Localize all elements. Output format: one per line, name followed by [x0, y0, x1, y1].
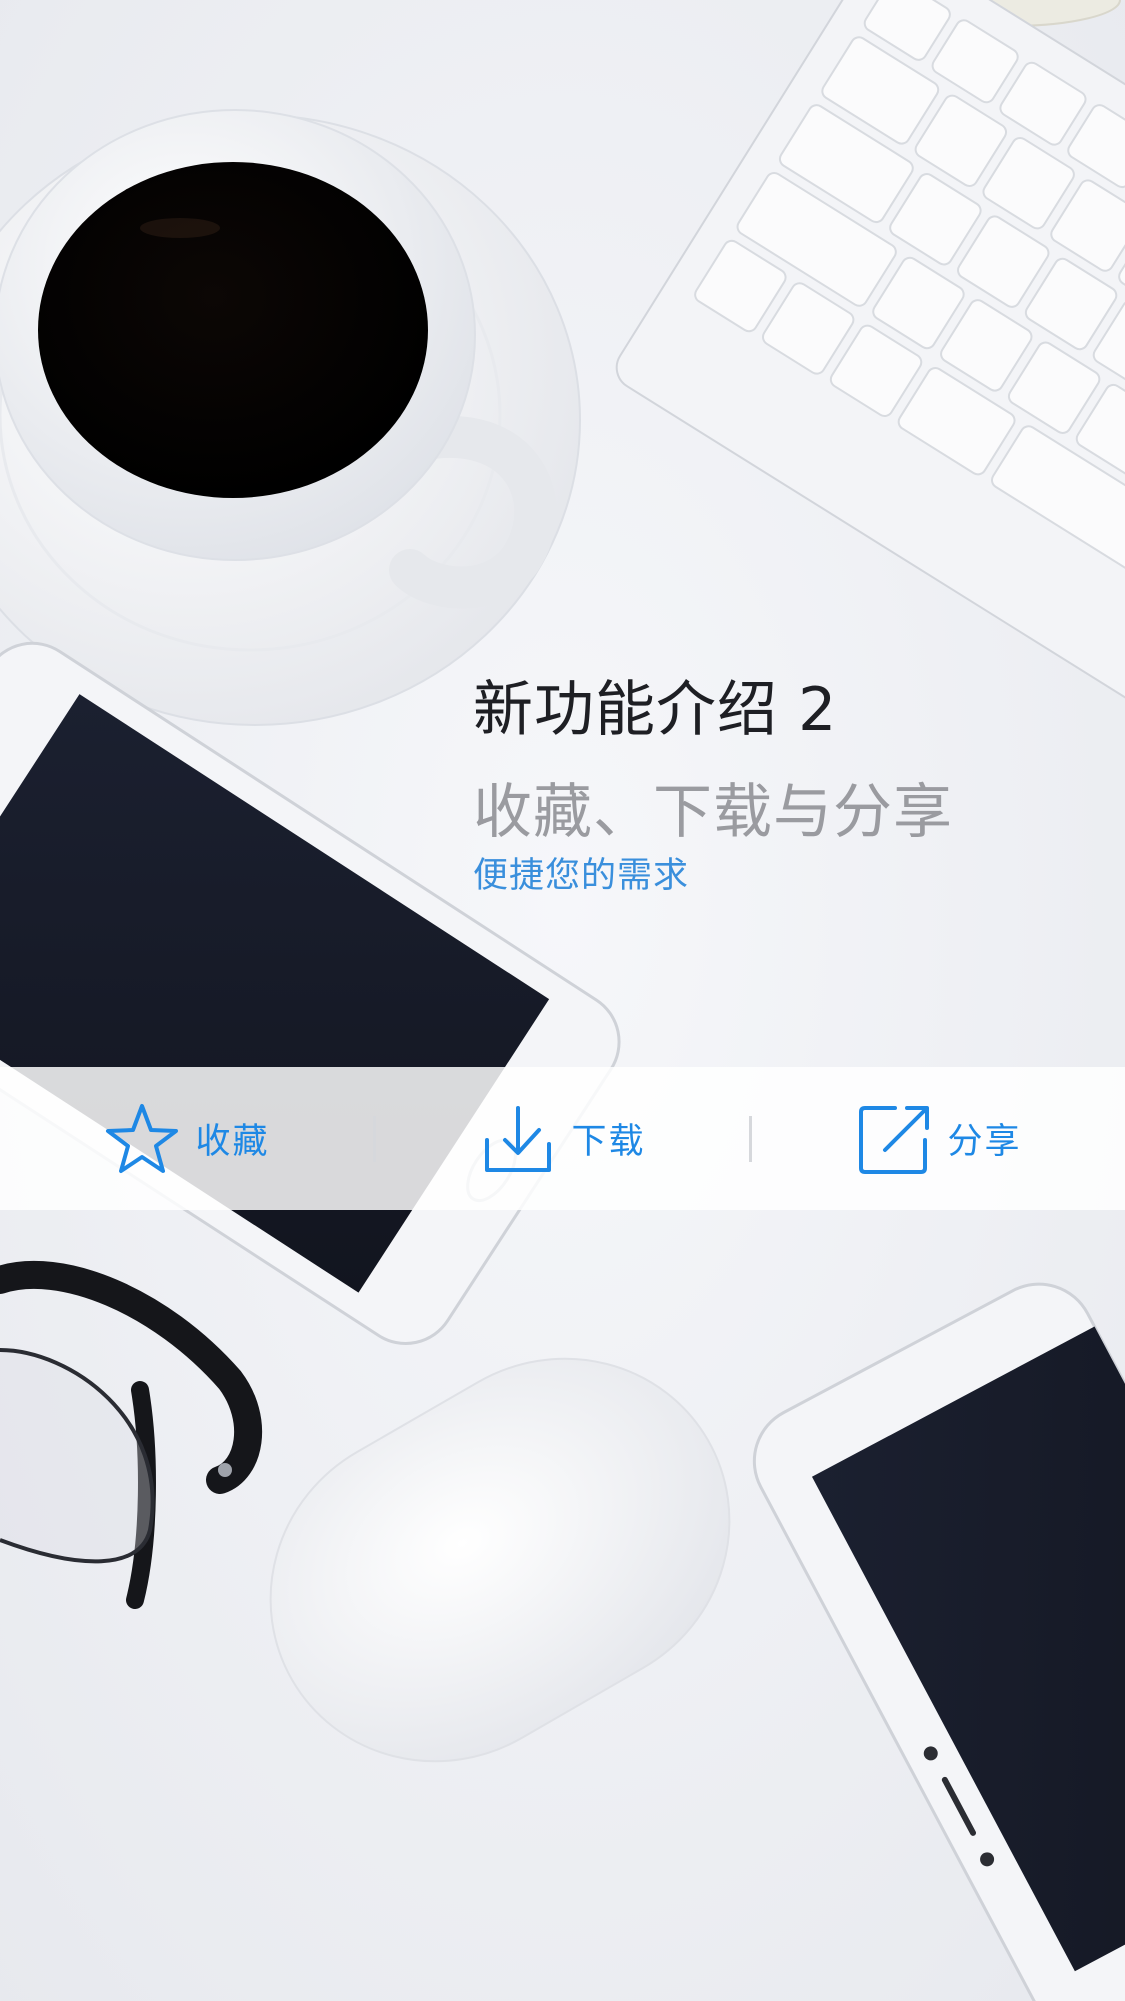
feature-action-bar: 收藏 下载 分享 — [0, 1067, 1125, 1210]
favorite-action[interactable]: 收藏 — [0, 1067, 373, 1210]
download-action[interactable]: 下载 — [376, 1067, 749, 1210]
download-label: 下载 — [571, 1122, 646, 1162]
page-tagline: 便捷您的需求 — [473, 856, 690, 896]
page-subtitle: 收藏、下载与分享 — [473, 777, 954, 846]
intro-block: 新功能介绍 2 收藏、下载与分享 便捷您的需求 — [473, 672, 1093, 900]
star-icon — [106, 1103, 179, 1173]
background-scene — [0, 0, 1125, 2001]
share-label: 分享 — [947, 1122, 1022, 1162]
share-action[interactable]: 分享 — [752, 1067, 1125, 1210]
download-icon — [485, 1105, 552, 1172]
favorite-label: 收藏 — [195, 1122, 270, 1162]
share-icon — [859, 1105, 930, 1174]
page-title: 新功能介绍 2 — [473, 675, 838, 745]
